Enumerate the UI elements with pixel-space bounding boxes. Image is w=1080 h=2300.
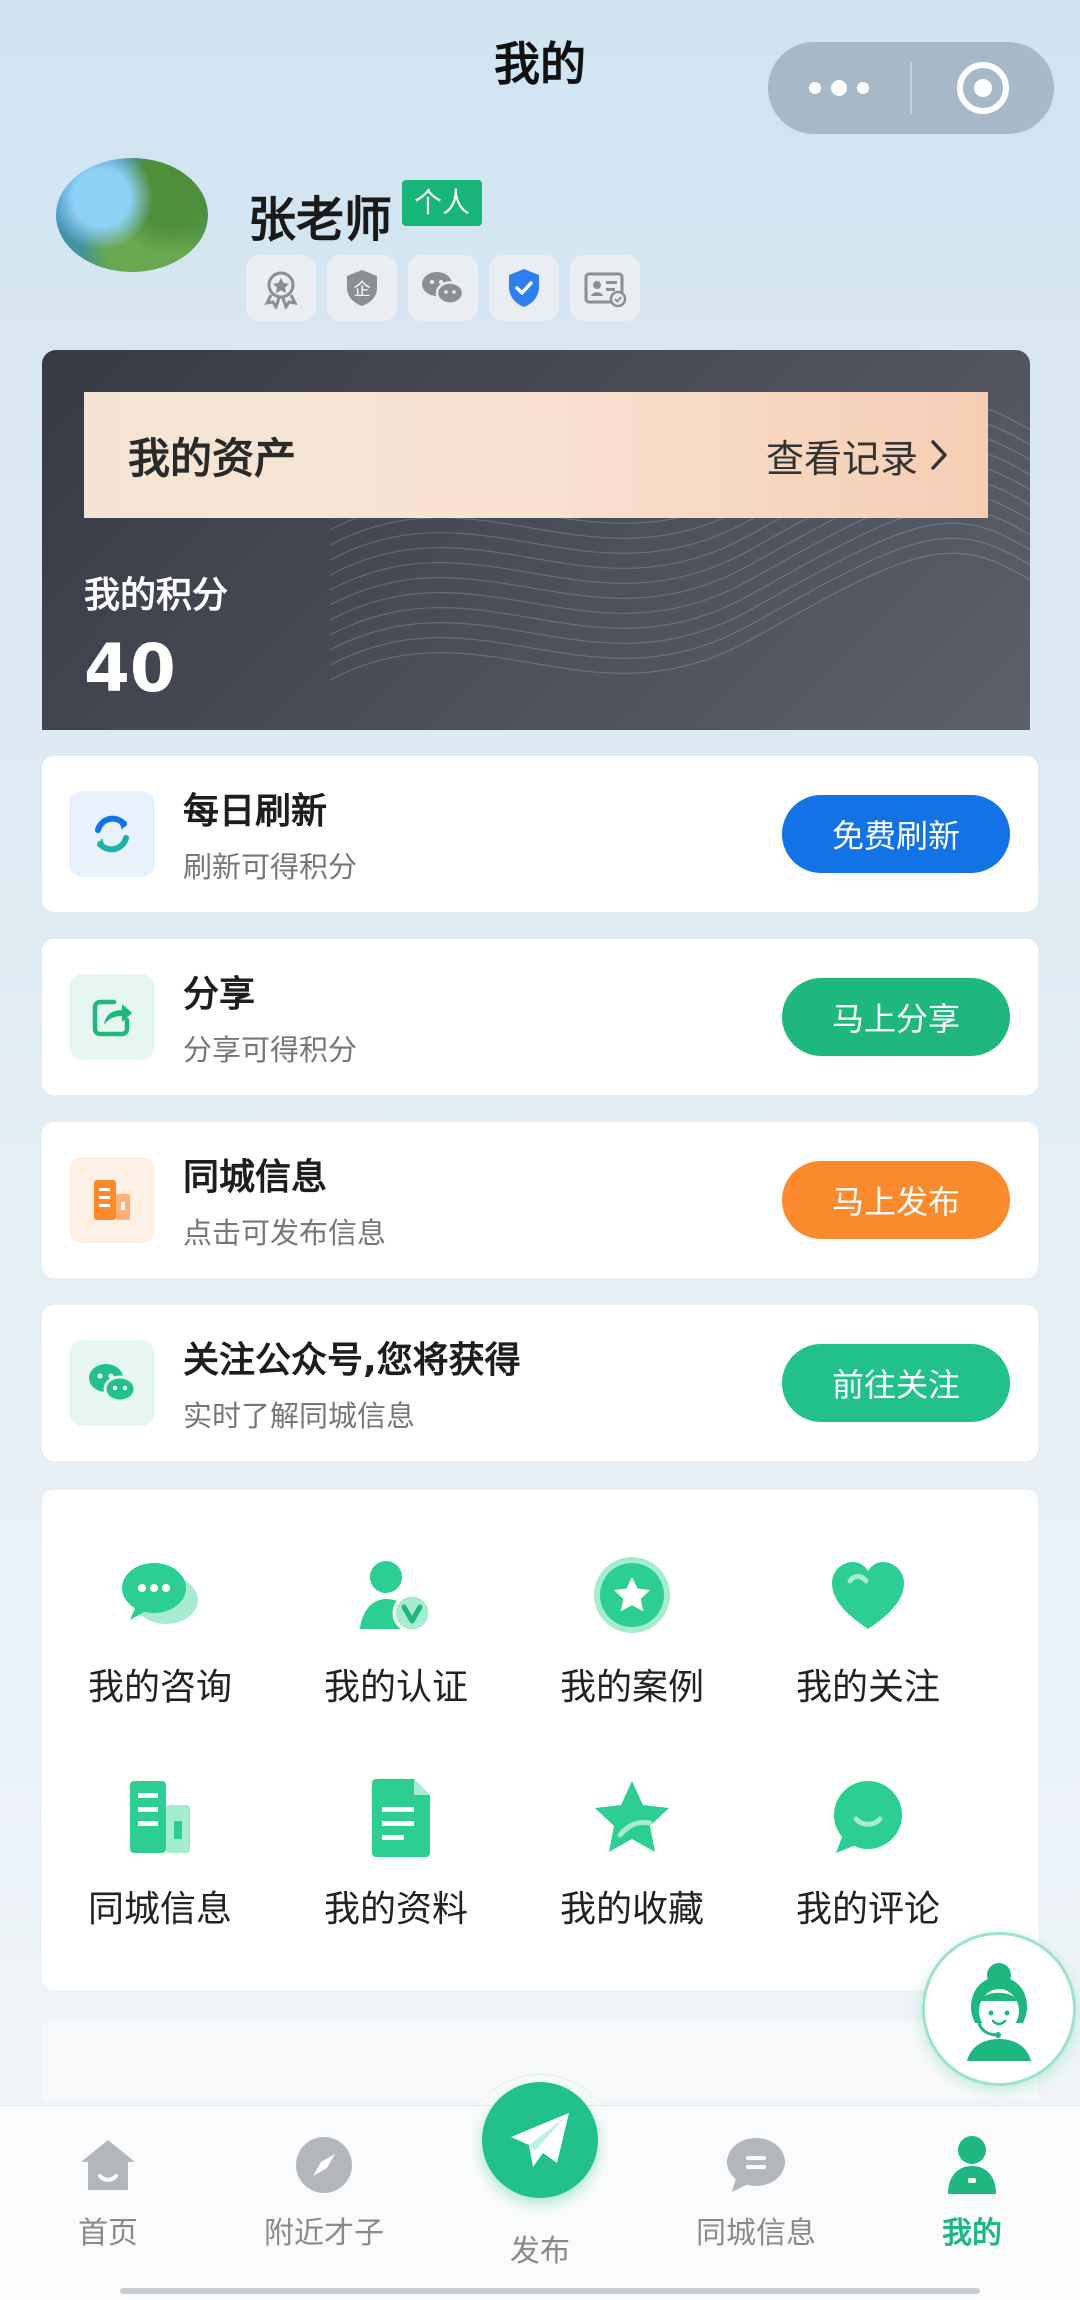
wechat-icon bbox=[69, 1340, 155, 1426]
tab-label: 我的 bbox=[942, 2216, 1002, 2251]
building-icon bbox=[115, 1772, 205, 1862]
grid-label: 我的咨询 bbox=[87, 1667, 232, 1708]
grid-item-consultation[interactable]: 我的咨询 bbox=[42, 1550, 278, 1730]
star-icon bbox=[587, 1772, 677, 1862]
heart-icon bbox=[823, 1550, 913, 1640]
task-title: 关注公众号,您将获得 bbox=[183, 1340, 521, 1381]
customer-service-button[interactable] bbox=[922, 1932, 1076, 2086]
wechat-badge-icon[interactable] bbox=[408, 255, 478, 321]
task-card-daily-refresh: 每日刷新 刷新可得积分 免费刷新 bbox=[42, 756, 1038, 912]
grid-label: 同城信息 bbox=[87, 1889, 232, 1930]
message-icon bbox=[727, 2138, 785, 2192]
function-grid: 我的咨询 我的认证 我的案例 我的关注 同城信息 我的资料 我的收藏 我的评论 bbox=[42, 1490, 1038, 1990]
grid-item-comments[interactable]: 我的评论 bbox=[750, 1772, 986, 1952]
task-card-local-info: 同城信息 点击可发布信息 马上发布 bbox=[42, 1122, 1038, 1278]
share-icon bbox=[69, 974, 155, 1060]
task-subtitle: 分享可得积分 bbox=[183, 1033, 358, 1067]
asset-title: 我的资产 bbox=[128, 433, 297, 483]
compass-icon bbox=[296, 2137, 352, 2193]
grid-label: 我的案例 bbox=[559, 1667, 704, 1708]
task-subtitle: 点击可发布信息 bbox=[183, 1216, 387, 1250]
shield-badge-icon[interactable] bbox=[489, 255, 559, 321]
target-icon bbox=[957, 62, 1009, 114]
building-icon bbox=[69, 1157, 155, 1243]
role-tag: 个人 bbox=[402, 180, 483, 226]
task-card-follow-account: 关注公众号,您将获得 实时了解同城信息 前往关注 bbox=[42, 1305, 1038, 1461]
view-records-label: 查看记录 bbox=[765, 436, 918, 481]
tab-home[interactable]: 首页 bbox=[18, 2134, 198, 2252]
star-badge-icon[interactable] bbox=[246, 255, 316, 321]
mini-program-capsule bbox=[768, 42, 1054, 134]
comment-icon bbox=[823, 1772, 913, 1862]
tab-label-publish: 发布 bbox=[510, 2234, 570, 2269]
avatar[interactable] bbox=[56, 158, 208, 272]
share-now-button[interactable]: 马上分享 bbox=[782, 978, 1010, 1056]
grid-label: 我的资料 bbox=[323, 1889, 468, 1930]
more-options-button[interactable] bbox=[768, 42, 910, 134]
profile-name: 张老师 bbox=[248, 192, 393, 248]
view-records-link[interactable]: 查看记录 bbox=[766, 428, 948, 483]
svg-text:企: 企 bbox=[354, 280, 371, 300]
tab-label: 首页 bbox=[78, 2216, 138, 2251]
points-label: 我的积分 bbox=[84, 575, 229, 616]
task-card-share: 分享 分享可得积分 马上分享 bbox=[42, 939, 1038, 1095]
tab-mine[interactable]: 我的 bbox=[882, 2134, 1062, 2252]
asset-card: 我的资产 查看记录 我的积分 40 bbox=[42, 350, 1030, 730]
home-indicator bbox=[120, 2288, 980, 2294]
id-card-badge-icon[interactable] bbox=[570, 255, 640, 321]
grid-label: 我的认证 bbox=[323, 1667, 468, 1708]
close-mini-program-button[interactable] bbox=[912, 42, 1054, 134]
user-verified-icon bbox=[351, 1550, 441, 1640]
task-title: 同城信息 bbox=[183, 1157, 328, 1198]
tab-label: 附近才子 bbox=[264, 2216, 384, 2251]
publish-button[interactable] bbox=[482, 2082, 598, 2198]
grid-item-profile-data[interactable]: 我的资料 bbox=[278, 1772, 514, 1952]
tab-nearby-talents[interactable]: 附近才子 bbox=[234, 2134, 414, 2252]
paper-plane-icon bbox=[511, 2113, 569, 2167]
customer-service-icon bbox=[967, 1963, 1031, 2061]
document-icon bbox=[351, 1772, 441, 1862]
grid-label: 我的关注 bbox=[795, 1667, 940, 1708]
grid-label: 我的评论 bbox=[795, 1889, 940, 1930]
grid-item-favorites[interactable]: 我的收藏 bbox=[514, 1772, 750, 1952]
points-value: 40 bbox=[84, 630, 176, 707]
home-icon bbox=[81, 2140, 135, 2190]
task-subtitle: 刷新可得积分 bbox=[183, 850, 358, 884]
task-subtitle: 实时了解同城信息 bbox=[183, 1399, 416, 1433]
chevron-right-icon bbox=[931, 440, 947, 470]
grid-item-cases[interactable]: 我的案例 bbox=[514, 1550, 750, 1730]
free-refresh-button[interactable]: 免费刷新 bbox=[782, 795, 1010, 873]
grid-label: 我的收藏 bbox=[559, 1889, 704, 1930]
chat-bubbles-icon bbox=[115, 1550, 205, 1640]
grid-item-follows[interactable]: 我的关注 bbox=[750, 1550, 986, 1730]
badge-row: 企 bbox=[246, 255, 640, 321]
refresh-icon bbox=[69, 791, 155, 877]
follow-button[interactable]: 前往关注 bbox=[782, 1344, 1010, 1422]
tab-local-info[interactable]: 同城信息 bbox=[666, 2134, 846, 2252]
star-circle-icon bbox=[587, 1550, 677, 1640]
publish-now-button[interactable]: 马上发布 bbox=[782, 1161, 1010, 1239]
asset-header: 我的资产 查看记录 bbox=[84, 392, 988, 518]
enterprise-badge-icon[interactable]: 企 bbox=[327, 255, 397, 321]
tab-label: 同城信息 bbox=[696, 2216, 816, 2251]
grid-item-certification[interactable]: 我的认证 bbox=[278, 1550, 514, 1730]
task-title: 分享 bbox=[183, 974, 256, 1015]
person-icon bbox=[948, 2136, 996, 2194]
grid-item-local-info[interactable]: 同城信息 bbox=[42, 1772, 278, 1952]
task-title: 每日刷新 bbox=[183, 791, 328, 832]
